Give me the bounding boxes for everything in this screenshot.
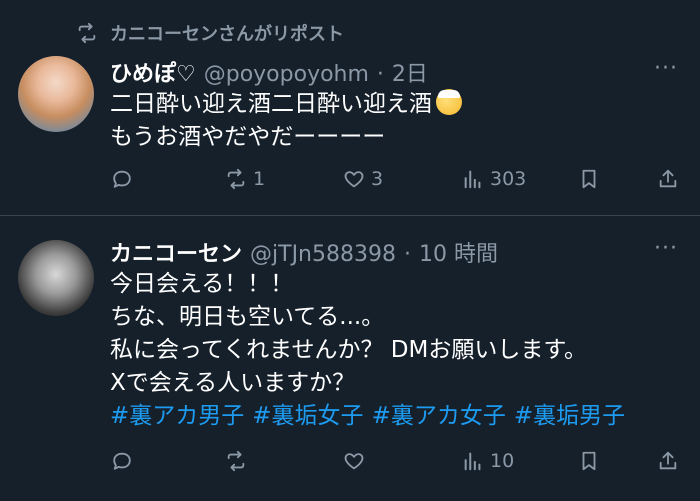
timestamp[interactable]: 2日 [392,56,428,88]
face-with-head-bandage-icon [436,89,462,115]
tweet-header: ひめぽ♡ @poyopoyohm · 2日 [110,56,428,88]
reply-button[interactable] [111,168,139,190]
tweet-text: 今日会える！！！ ちな、明日も空いてる...。 私に会ってくれませんか？ DMお… [110,268,633,433]
repost-indicator[interactable]: カニコーセンさんがリポスト [76,20,344,46]
repost-text: カニコーセンさんがリポスト [110,24,344,45]
more-options-icon[interactable]: ··· [654,236,678,261]
avatar[interactable] [18,240,94,316]
tweet-text: 二日酔い迎え酒二日酔い迎え酒 もうお酒やだやだーーーー [110,88,462,154]
reply-button[interactable] [111,450,139,472]
like-button[interactable] [343,450,371,472]
share-button[interactable] [657,450,679,472]
timestamp[interactable]: 10 時間 [419,236,498,268]
separator-dot: · [403,242,411,267]
share-button[interactable] [657,168,679,190]
repost-button[interactable] [225,450,253,472]
share-icon [659,451,677,470]
like-button[interactable]: 3 [343,168,383,190]
divider [0,215,700,216]
tweet-actions: 10 [0,450,700,480]
tweet-line: ちな、明日も空いてる...。 [110,304,385,330]
hashtag-line: #裏アカ男子 #裏垢女子 #裏アカ女子 #裏垢男子 [110,400,633,433]
bookmark-icon [582,169,596,189]
heart-icon [344,453,364,470]
repost-icon [227,450,245,472]
user-handle[interactable]: @poyopoyohm [204,62,369,87]
view-count: 10 [490,450,515,472]
more-options-icon[interactable]: ··· [654,56,678,81]
tweet-actions: 1 3 303 [0,168,700,198]
tweet-line: 私に会ってくれませんか？ DMお願いします。 [110,337,588,363]
user-handle[interactable]: @jTJn588398 [250,242,396,267]
like-count: 3 [371,168,384,190]
tweet-line: Xで会える人いますか？ [110,370,356,396]
analytics-icon [464,170,481,189]
separator-dot: · [376,62,384,87]
views-button[interactable]: 10 [462,450,514,472]
tweet-line: 二日酔い迎え酒二日酔い迎え酒 [110,88,462,121]
bookmark-button[interactable] [578,168,600,190]
display-name[interactable]: ひめぽ♡ [110,56,196,88]
hashtag-link[interactable]: #裏アカ男子 [110,403,244,429]
analytics-icon [464,452,481,471]
hashtag-link[interactable]: #裏垢女子 [252,403,363,429]
hashtag-link[interactable]: #裏垢男子 [514,403,625,429]
reply-icon [113,170,131,188]
repost-count: 1 [253,168,266,190]
heart-icon [344,171,364,188]
repost-icon [227,168,245,190]
repost-button[interactable]: 1 [225,168,265,190]
tweet-line: 今日会える！！！ [110,271,294,297]
tweet-line: もうお酒やだやだーーーー [110,124,386,150]
display-name[interactable]: カニコーセン [110,236,242,268]
hashtag-link[interactable]: #裏アカ女子 [372,403,506,429]
tweet-header: カニコーセン @jTJn588398 · 10 時間 [110,236,498,268]
share-icon [659,169,677,188]
reply-icon [113,452,131,470]
views-button[interactable]: 303 [462,168,526,190]
bookmark-button[interactable] [578,450,600,472]
repost-icon [78,22,96,44]
view-count: 303 [490,168,527,190]
avatar[interactable] [18,56,94,132]
bookmark-icon [582,451,596,471]
